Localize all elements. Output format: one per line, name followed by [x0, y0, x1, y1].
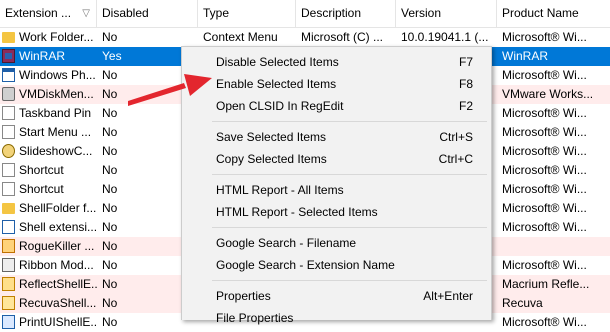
menu-item[interactable]: Copy Selected Items Ctrl+C [182, 148, 491, 170]
menu-item-label: Google Search - Extension Name [216, 258, 395, 272]
menu-item[interactable]: Enable Selected Items F8 [182, 73, 491, 95]
menu-item-label: HTML Report - All Items [216, 183, 344, 197]
cell-product: Microsoft® Wi... [502, 201, 587, 215]
column-header-extension-name[interactable]: Extension ... ▽ [0, 0, 97, 27]
cell-name: Start Menu ... [19, 125, 92, 139]
menu-separator [212, 280, 487, 281]
menu-item-label: File Properties [216, 311, 294, 325]
menu-item[interactable]: File Properties [182, 307, 491, 329]
menu-item-shortcut: Ctrl+C [438, 152, 473, 166]
cell-product: Microsoft® Wi... [502, 182, 587, 196]
column-label: Product Name [502, 6, 579, 20]
cell-description: Microsoft (C) ... [301, 30, 384, 44]
column-header-bar: Extension ... ▽ Disabled Type Descriptio… [0, 0, 610, 28]
cell-product: Microsoft® Wi... [502, 315, 587, 329]
cell-name: RecuvaShell... [19, 296, 97, 310]
cell-name: Ribbon Mod... [19, 258, 94, 272]
cell-product [502, 237, 610, 256]
menu-item[interactable]: Open CLSID In RegEdit F2 [182, 95, 491, 117]
cell-name: WinRAR [19, 49, 66, 63]
cell-name: RogueKiller ... [19, 239, 95, 253]
cell-product: Microsoft® Wi... [502, 106, 587, 120]
menu-item-label: Enable Selected Items [216, 77, 337, 91]
cell-name: Shortcut [19, 163, 64, 177]
cell-product: Microsoft® Wi... [502, 258, 587, 272]
menu-item-label: Google Search - Filename [216, 236, 357, 250]
cell-name: SlideshowC... [19, 144, 93, 158]
cell-product: VMware Works... [502, 87, 594, 101]
cell-name: Shortcut [19, 182, 64, 196]
cell-product: Microsoft® Wi... [502, 68, 587, 82]
menu-item-shortcut: F7 [458, 55, 473, 69]
cell-product: Microsoft® Wi... [502, 163, 587, 177]
cell-name: Taskband Pin [19, 106, 92, 120]
cell-product: Microsoft® Wi... [502, 125, 587, 139]
menu-item-label: HTML Report - Selected Items [216, 205, 378, 219]
menu-item[interactable]: Save Selected Items Ctrl+S [182, 126, 491, 148]
menu-item-shortcut: Ctrl+S [439, 130, 473, 144]
menu-item-shortcut: F8 [458, 77, 473, 91]
menu-item[interactable]: Google Search - Extension Name [182, 254, 491, 276]
cell-product: Microsoft® Wi... [502, 30, 587, 44]
cell-product: Microsoft® Wi... [502, 144, 587, 158]
cell-product: Recuva [502, 296, 543, 310]
column-header-description[interactable]: Description [296, 0, 396, 27]
menu-item-label: Save Selected Items [216, 130, 327, 144]
column-header-version[interactable]: Version [396, 0, 497, 27]
cell-type: Context Menu [203, 30, 278, 44]
menu-separator [212, 121, 487, 122]
menu-item[interactable]: HTML Report - Selected Items [182, 201, 491, 223]
cell-name: Windows Ph... [19, 68, 96, 82]
menu-item[interactable]: Disable Selected Items F7 [182, 51, 491, 73]
cell-product: Microsoft® Wi... [502, 220, 587, 234]
cell-name: Work Folder... [19, 30, 94, 44]
menu-item-shortcut: Alt+Enter [423, 289, 473, 303]
menu-item[interactable]: Google Search - Filename [182, 232, 491, 254]
column-label: Extension ... [5, 6, 72, 20]
menu-item[interactable]: HTML Report - All Items [182, 179, 491, 201]
column-header-type[interactable]: Type [198, 0, 296, 27]
column-header-product-name[interactable]: Product Name [497, 0, 610, 27]
cell-name: Shell extensi... [19, 220, 97, 234]
menu-separator [212, 227, 487, 228]
cell-product: Macrium Refle... [502, 277, 590, 291]
cell-name: ReflectShellE... [19, 277, 97, 291]
menu-item-label: Open CLSID In RegEdit [216, 99, 344, 113]
menu-item-shortcut: F2 [458, 99, 473, 113]
cell-disabled: No [102, 30, 118, 44]
column-label: Version [401, 6, 442, 20]
column-label: Type [203, 6, 230, 20]
cell-product: WinRAR [502, 49, 549, 63]
cell-name: VMDiskMen... [19, 87, 94, 101]
cell-name: PrintUIShellE... [19, 315, 97, 329]
menu-separator [212, 174, 487, 175]
cell-name: ShellFolder f... [19, 201, 97, 215]
menu-item[interactable]: Properties Alt+Enter [182, 285, 491, 307]
menu-item-label: Disable Selected Items [216, 55, 339, 69]
context-menu: Disable Selected Items F7 Enable Selected … [181, 46, 492, 325]
cell-version: 10.0.19041.1 (... [401, 30, 489, 44]
column-label: Disabled [102, 6, 149, 20]
sort-descending-icon: ▽ [82, 8, 90, 19]
column-label: Description [301, 6, 362, 20]
column-header-disabled[interactable]: Disabled [97, 0, 198, 27]
menu-item-label: Copy Selected Items [216, 152, 327, 166]
table-row[interactable]: Work Folder... No Context Menu Microsoft (C… [0, 28, 610, 47]
menu-item-label: Properties [216, 289, 271, 303]
